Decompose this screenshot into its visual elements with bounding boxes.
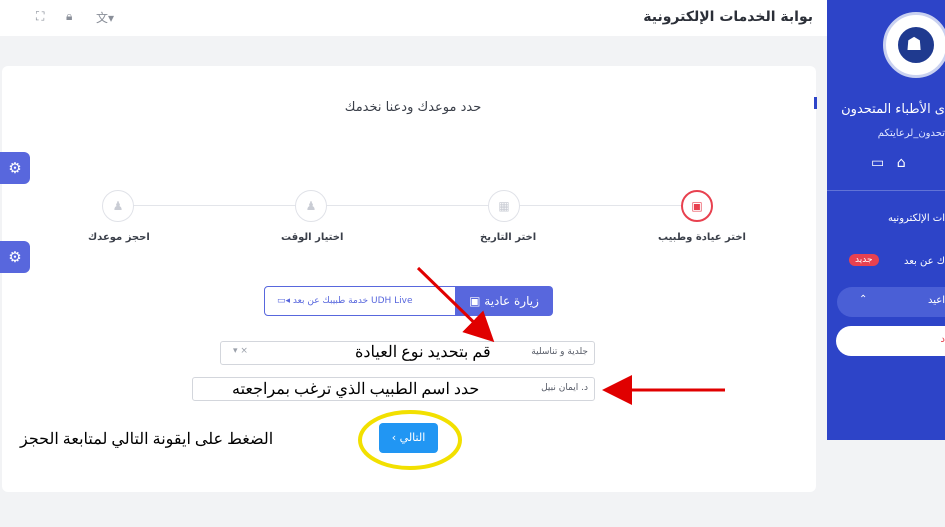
annotation-arrow-clinic bbox=[416, 266, 495, 343]
annotation-doctor-note: حدد اسم الطبيب الذي ترغب بمراجعته bbox=[232, 381, 480, 398]
annotation-next-note: الضغط على ايقونة التالي لمتابعة الحجز bbox=[20, 431, 274, 448]
annotation-clinic-note: قم بتحديد نوع العيادة bbox=[355, 344, 491, 361]
annotation-circle-next bbox=[358, 410, 462, 470]
